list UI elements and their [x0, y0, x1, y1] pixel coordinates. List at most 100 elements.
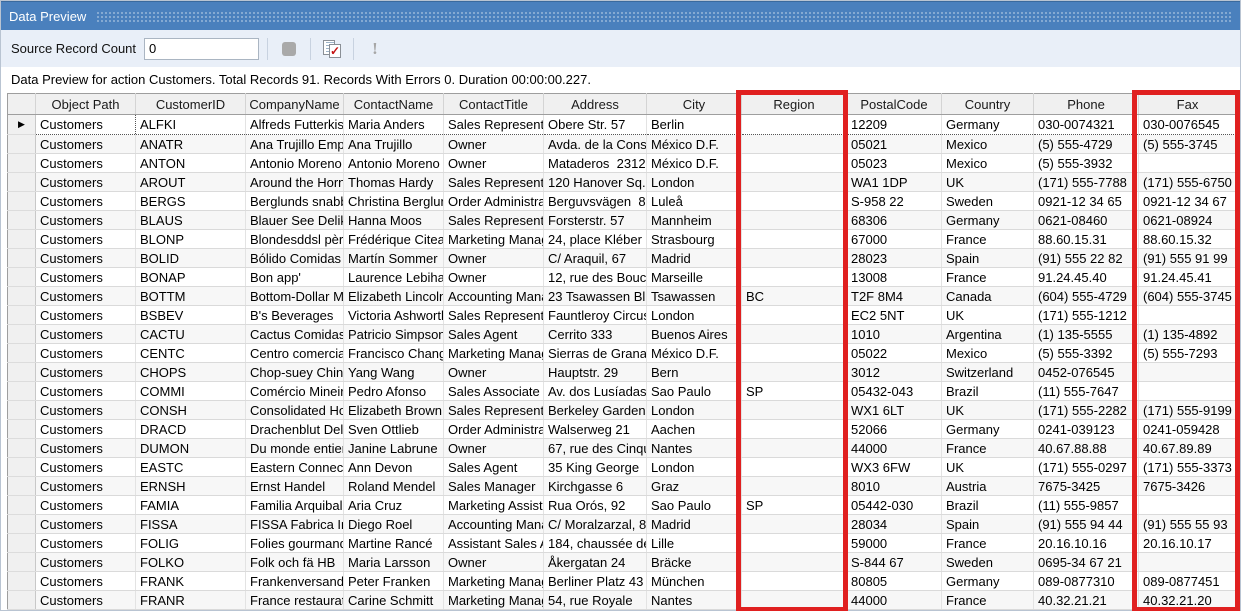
cell[interactable] [742, 268, 847, 287]
cell[interactable] [742, 173, 847, 192]
cell[interactable]: Antonio Moreno [344, 154, 444, 173]
cell[interactable]: Owner [444, 363, 544, 382]
cell[interactable]: Maria Larsson [344, 553, 444, 572]
cell[interactable]: Tsawassen [647, 287, 742, 306]
cell[interactable]: 54, rue Royale [544, 591, 647, 610]
cell[interactable]: Marketing Manag [444, 591, 544, 610]
cell[interactable]: Sales Representa [444, 115, 544, 135]
cell[interactable] [742, 154, 847, 173]
row-selector[interactable] [8, 325, 36, 344]
cell[interactable]: (171) 555-2282 [1034, 401, 1139, 420]
cell[interactable]: Marseille [647, 268, 742, 287]
cell[interactable]: FRANK [136, 572, 246, 591]
cell[interactable]: FAMIA [136, 496, 246, 515]
cell[interactable]: Victoria Ashworth [344, 306, 444, 325]
row-selector[interactable] [8, 553, 36, 572]
cell[interactable]: Elizabeth Brown [344, 401, 444, 420]
cell[interactable]: (91) 555 22 82 [1034, 249, 1139, 268]
cell[interactable]: UK [942, 173, 1034, 192]
cell[interactable]: (171) 555-7788 [1034, 173, 1139, 192]
cell[interactable]: (11) 555-9857 [1034, 496, 1139, 515]
cell[interactable]: Buenos Aires [647, 325, 742, 344]
cell[interactable]: 8010 [847, 477, 942, 496]
cell[interactable]: BERGS [136, 192, 246, 211]
cell[interactable]: Sierras de Grana [544, 344, 647, 363]
row-selector[interactable]: ▶ [8, 115, 36, 135]
cell[interactable]: S-844 67 [847, 553, 942, 572]
cell[interactable]: Berglunds snabbk [246, 192, 344, 211]
cell[interactable]: Customers [36, 534, 136, 553]
cell[interactable]: 28034 [847, 515, 942, 534]
cell[interactable]: Customers [36, 211, 136, 230]
cell[interactable]: Customers [36, 173, 136, 192]
cell[interactable]: Av. dos Lusíadas, [544, 382, 647, 401]
cell[interactable]: SP [742, 382, 847, 401]
cell[interactable]: 0621-08924 [1139, 211, 1237, 230]
cell[interactable]: FOLKO [136, 553, 246, 572]
cell[interactable]: France [942, 534, 1034, 553]
column-header-companyname[interactable]: CompanyName [246, 94, 344, 115]
cell[interactable]: Marketing Manag [444, 230, 544, 249]
cell[interactable] [742, 477, 847, 496]
cell[interactable]: Customers [36, 268, 136, 287]
cell[interactable] [742, 192, 847, 211]
cell[interactable]: Accounting Mana [444, 287, 544, 306]
cell[interactable]: Assistant Sales A [444, 534, 544, 553]
cell[interactable]: FISSA [136, 515, 246, 534]
cell[interactable]: Obere Str. 57 [544, 115, 647, 135]
cell[interactable]: (604) 555-3745 [1139, 287, 1237, 306]
cell[interactable]: Eastern Connecti [246, 458, 344, 477]
cell[interactable]: EASTC [136, 458, 246, 477]
row-selector[interactable] [8, 382, 36, 401]
cell[interactable]: 05021 [847, 135, 942, 154]
row-selector[interactable] [8, 268, 36, 287]
cell[interactable] [742, 135, 847, 154]
row-selector[interactable] [8, 496, 36, 515]
cell[interactable]: 030-0076545 [1139, 115, 1237, 135]
cell[interactable]: Åkergatan 24 [544, 553, 647, 572]
column-header-customerid[interactable]: CustomerID [136, 94, 246, 115]
cell[interactable]: Customers [36, 306, 136, 325]
cell[interactable]: Sweden [942, 192, 1034, 211]
cell[interactable]: Owner [444, 249, 544, 268]
cell[interactable]: B's Beverages [246, 306, 344, 325]
cell[interactable]: Cactus Comidas [246, 325, 344, 344]
column-header-phone[interactable]: Phone [1034, 94, 1139, 115]
cell[interactable]: 0921-12 34 65 [1034, 192, 1139, 211]
row-selector[interactable] [8, 401, 36, 420]
cell[interactable]: Customers [36, 401, 136, 420]
cell[interactable]: Francisco Chang [344, 344, 444, 363]
stop-button[interactable] [276, 36, 302, 62]
cell[interactable]: Comércio Mineiro [246, 382, 344, 401]
cell[interactable]: 1010 [847, 325, 942, 344]
cell[interactable]: Elizabeth Lincoln [344, 287, 444, 306]
cell[interactable]: WA1 1DP [847, 173, 942, 192]
cell[interactable]: 0695-34 67 21 [1034, 553, 1139, 572]
cell[interactable] [1139, 363, 1237, 382]
cell[interactable]: Hanna Moos [344, 211, 444, 230]
cell[interactable]: 0921-12 34 67 [1139, 192, 1237, 211]
cell[interactable]: T2F 8M4 [847, 287, 942, 306]
cell[interactable]: 20.16.10.16 [1034, 534, 1139, 553]
cell[interactable]: Alfreds Futterkiste [246, 115, 344, 135]
cell[interactable]: Customers [36, 477, 136, 496]
cell[interactable]: Rua Orós, 92 [544, 496, 647, 515]
cell[interactable]: Customers [36, 192, 136, 211]
cell[interactable]: Customers [36, 420, 136, 439]
cell[interactable]: 44000 [847, 591, 942, 610]
cell[interactable]: Hauptstr. 29 [544, 363, 647, 382]
cell[interactable]: S-958 22 [847, 192, 942, 211]
cell[interactable]: Consolidated Hol [246, 401, 344, 420]
cell[interactable]: Sales Representa [444, 173, 544, 192]
cell[interactable] [742, 553, 847, 572]
cell[interactable]: Pedro Afonso [344, 382, 444, 401]
cell[interactable]: Argentina [942, 325, 1034, 344]
cell[interactable] [742, 458, 847, 477]
cell[interactable]: Mexico [942, 135, 1034, 154]
cell[interactable]: London [647, 401, 742, 420]
cell[interactable]: 120 Hanover Sq. [544, 173, 647, 192]
source-record-count-input[interactable] [144, 38, 259, 60]
cell[interactable]: France [942, 439, 1034, 458]
column-header-region[interactable]: Region [742, 94, 847, 115]
cell[interactable]: Maria Anders [344, 115, 444, 135]
